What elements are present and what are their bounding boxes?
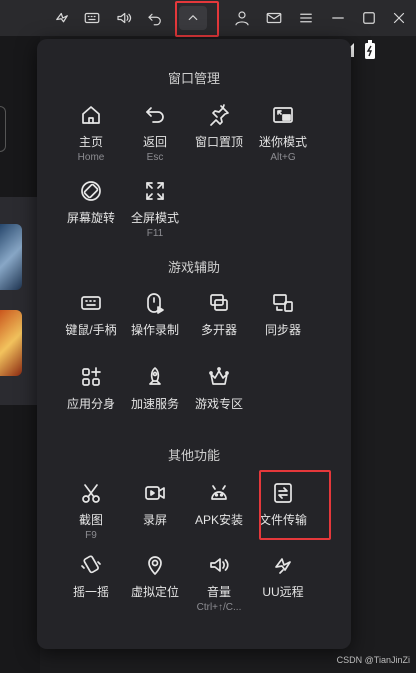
app-clone-icon bbox=[82, 367, 101, 386]
mini-mode-icon bbox=[273, 107, 293, 123]
maximize-icon[interactable] bbox=[357, 6, 381, 30]
menu-item-label: 屏幕旋转 bbox=[66, 211, 115, 225]
section-title-window: 窗口管理 bbox=[167, 71, 220, 86]
shortcut-label: Ctrl+↑/C... bbox=[196, 602, 242, 613]
menu-item-label: 返回 bbox=[142, 135, 167, 149]
menu-item-label: 多开器 bbox=[200, 323, 237, 337]
menu-item-label: 全屏模式 bbox=[130, 211, 179, 225]
keyboard-icon bbox=[81, 296, 101, 310]
menu-icon[interactable] bbox=[294, 6, 318, 30]
undo-icon[interactable] bbox=[143, 6, 167, 30]
mail-icon[interactable] bbox=[262, 6, 286, 30]
shortcut-label: Alt+G bbox=[270, 152, 296, 163]
menu-item-uu-remote[interactable]: UU远程 bbox=[248, 551, 318, 600]
menu-item-game-zone[interactable]: 游戏专区 bbox=[184, 363, 254, 412]
battery-icon bbox=[365, 40, 375, 59]
menu-item-multi-instance[interactable]: 多开器 bbox=[184, 289, 254, 338]
menu-item-label: 主页 bbox=[78, 135, 103, 149]
menu-item-label: 同步器 bbox=[264, 323, 301, 337]
pin-icon bbox=[210, 104, 229, 126]
minimize-icon[interactable] bbox=[326, 6, 350, 30]
shake-icon bbox=[81, 555, 101, 574]
menu-item-label: 音量 bbox=[206, 585, 231, 599]
volume-icon[interactable] bbox=[112, 6, 136, 30]
menu-item-record-ops[interactable]: 操作录制 bbox=[120, 289, 190, 338]
menu-item-rotate-screen[interactable]: 屏幕旋转 bbox=[56, 177, 126, 226]
menu-item-label: 游戏专区 bbox=[194, 397, 243, 411]
rocket-icon bbox=[149, 367, 161, 385]
location-icon bbox=[148, 556, 162, 575]
quick-menu-panel: 窗口管理 主页 Home 返回 Esc 窗口置顶 迷你模式 Alt+G 屏幕旋转… bbox=[37, 39, 351, 649]
menu-item-fullscreen[interactable]: 全屏模式 F11 bbox=[120, 177, 190, 239]
menu-item-virtual-location[interactable]: 虚拟定位 bbox=[120, 551, 190, 600]
menu-item-label: 加速服务 bbox=[130, 397, 179, 411]
menu-item-pin-window[interactable]: 窗口置顶 bbox=[184, 101, 254, 150]
game-thumbnail[interactable] bbox=[0, 224, 22, 290]
menu-item-screenshot[interactable]: 截图 F9 bbox=[56, 479, 126, 541]
game-thumbnail[interactable] bbox=[0, 310, 22, 376]
shortcut-label: F11 bbox=[146, 228, 164, 239]
menu-item-shake[interactable]: 摇一摇 bbox=[56, 551, 126, 600]
menu-item-label: 键鼠/手柄 bbox=[65, 323, 117, 337]
menu-item-mini-mode[interactable]: 迷你模式 Alt+G bbox=[248, 101, 318, 163]
menu-item-label: 迷你模式 bbox=[258, 135, 307, 149]
top-toolbar bbox=[0, 0, 416, 37]
menu-item-label: APK安装 bbox=[194, 513, 243, 527]
menu-item-sync[interactable]: 同步器 bbox=[248, 289, 318, 338]
fullscreen-icon bbox=[146, 182, 164, 200]
menu-item-label: 应用分身 bbox=[66, 397, 115, 411]
background-frame bbox=[0, 106, 6, 152]
menu-item-app-clone[interactable]: 应用分身 bbox=[56, 363, 126, 412]
menu-item-home[interactable]: 主页 Home bbox=[56, 101, 126, 163]
multi-instance-icon bbox=[210, 294, 228, 311]
close-icon[interactable] bbox=[387, 6, 411, 30]
section-title-other: 其他功能 bbox=[167, 448, 220, 463]
shortcut-label: Home bbox=[77, 152, 105, 163]
menu-item-label: UU远程 bbox=[262, 585, 304, 599]
menu-item-back[interactable]: 返回 Esc bbox=[120, 101, 190, 163]
user-icon[interactable] bbox=[230, 6, 254, 30]
menu-item-apk-install[interactable]: APK安装 bbox=[184, 479, 254, 528]
shortcut-label: Esc bbox=[146, 152, 164, 163]
menu-item-volume[interactable]: 音量 Ctrl+↑/C... bbox=[184, 551, 254, 613]
scissors-icon bbox=[82, 484, 100, 503]
menu-item-label: 摇一摇 bbox=[72, 585, 109, 599]
menu-item-keyboard[interactable]: 键鼠/手柄 bbox=[56, 289, 126, 338]
record-icon bbox=[147, 293, 164, 314]
highlight-annotation bbox=[175, 1, 219, 37]
uu-remote-icon bbox=[275, 558, 291, 574]
uu-logo-icon[interactable] bbox=[50, 6, 74, 30]
keyboard-icon[interactable] bbox=[80, 6, 104, 30]
screen-record-icon bbox=[145, 486, 165, 500]
crown-icon bbox=[209, 367, 229, 385]
menu-item-label: 截图 bbox=[78, 513, 103, 527]
rotate-screen-icon bbox=[81, 181, 101, 201]
menu-item-screen-record[interactable]: 录屏 bbox=[120, 479, 190, 528]
highlight-annotation bbox=[259, 470, 331, 540]
volume-icon bbox=[210, 558, 229, 572]
sync-icon bbox=[273, 294, 293, 312]
menu-item-label: 虚拟定位 bbox=[130, 585, 179, 599]
menu-item-label: 录屏 bbox=[142, 513, 167, 527]
menu-item-label: 窗口置顶 bbox=[194, 135, 243, 149]
shortcut-label: F9 bbox=[85, 530, 97, 541]
menu-item-accelerate[interactable]: 加速服务 bbox=[120, 363, 190, 412]
watermark: CSDN @TianJinZi bbox=[336, 655, 410, 665]
section-title-game: 游戏辅助 bbox=[167, 260, 220, 275]
home-icon bbox=[82, 106, 100, 124]
back-icon bbox=[146, 107, 164, 123]
menu-item-label: 操作录制 bbox=[130, 323, 179, 337]
android-icon bbox=[211, 485, 227, 500]
